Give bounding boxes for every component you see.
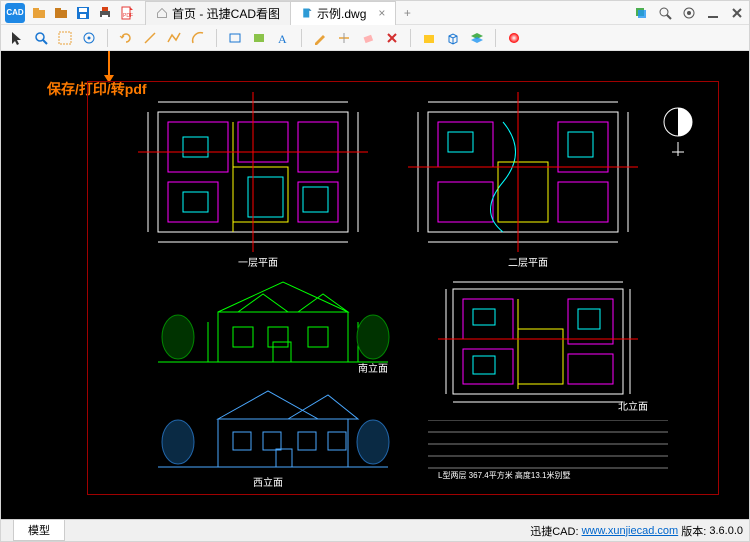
zoom-extents-icon[interactable]	[31, 28, 51, 48]
app-window: CAD PDF 首页 - 迅捷CAD看图 示例.dwg × + A 保存/打印/转pd…	[0, 0, 750, 542]
drawing-frame: 一层平面 二层平面	[87, 81, 719, 495]
close-icon[interactable]	[729, 5, 745, 21]
polyline-icon[interactable]	[164, 28, 184, 48]
svg-text:L型两层 367.4平方米 高度13.1米别墅: L型两层 367.4平方米 高度13.1米别墅	[438, 470, 570, 480]
floor-plan-1	[138, 92, 368, 252]
rectangle-icon[interactable]	[225, 28, 245, 48]
plan-label-1: 一层平面	[238, 254, 278, 269]
drawing-viewport[interactable]: 保存/打印/转pdf	[1, 51, 749, 519]
plan-label-2: 二层平面	[508, 254, 548, 269]
toolbar-separator	[107, 29, 108, 47]
elevation-west	[148, 377, 398, 477]
minimize-icon[interactable]	[705, 5, 721, 21]
print-icon[interactable]	[97, 5, 113, 21]
status-version-value: 3.6.0.0	[709, 525, 743, 537]
open-folder-icon[interactable]	[53, 5, 69, 21]
toolbar: A	[1, 25, 749, 51]
dwg-icon	[301, 6, 313, 20]
export-pdf-icon[interactable]: PDF	[119, 5, 135, 21]
tab[interactable]: 首页 - 迅捷CAD看图	[145, 1, 291, 25]
open-icon[interactable]	[31, 5, 47, 21]
tab-bar: 首页 - 迅捷CAD看图 示例.dwg × +	[145, 1, 633, 25]
edit-icon[interactable]	[310, 28, 330, 48]
layers-icon[interactable]	[633, 5, 649, 21]
select-window-icon[interactable]	[55, 28, 75, 48]
tab-add-button[interactable]: +	[395, 1, 419, 25]
block-icon[interactable]	[419, 28, 439, 48]
statusbar: 模型 迅捷CAD: www.xunjiecad.com 版本: 3.6.0.0	[1, 519, 749, 541]
tab-close-icon[interactable]: ×	[378, 6, 385, 20]
status-brand: 迅捷CAD:	[530, 523, 578, 539]
arc-icon[interactable]	[188, 28, 208, 48]
toolbar-separator	[495, 29, 496, 47]
model-tab[interactable]: 模型	[13, 520, 65, 541]
settings-icon[interactable]	[681, 5, 697, 21]
toolbar-separator	[301, 29, 302, 47]
tab-label: 示例.dwg	[317, 5, 366, 22]
app-logo: CAD	[5, 3, 25, 23]
status-version-label: 版本:	[681, 523, 706, 539]
titlebar: CAD PDF 首页 - 迅捷CAD看图 示例.dwg × +	[1, 1, 749, 25]
erase-icon[interactable]	[358, 28, 378, 48]
line-icon[interactable]	[140, 28, 160, 48]
home-icon	[156, 6, 168, 20]
fill-icon[interactable]	[249, 28, 269, 48]
status-url-link[interactable]: www.xunjiecad.com	[582, 525, 679, 537]
zoom-icon[interactable]	[657, 5, 673, 21]
tab-label: 首页 - 迅捷CAD看图	[172, 5, 280, 22]
svg-text:PDF: PDF	[123, 13, 133, 19]
compass-icon	[658, 102, 698, 162]
layers-palette-icon[interactable]	[467, 28, 487, 48]
elev-label-1: 南立面	[358, 360, 388, 375]
drawing-info-table: L型两层 367.4平方米 高度13.1米别墅	[428, 420, 668, 480]
elev-label-2: 西立面	[253, 474, 283, 489]
3d-box-icon[interactable]	[443, 28, 463, 48]
color-wheel-icon[interactable]	[504, 28, 524, 48]
tab[interactable]: 示例.dwg ×	[290, 1, 396, 25]
save-icon[interactable]	[75, 5, 91, 21]
pan-icon[interactable]	[79, 28, 99, 48]
delete-icon[interactable]	[382, 28, 402, 48]
toolbar-separator	[216, 29, 217, 47]
toolbar-separator	[410, 29, 411, 47]
rotate-icon[interactable]	[116, 28, 136, 48]
cursor-icon[interactable]	[7, 28, 27, 48]
svg-text:A: A	[278, 32, 287, 46]
floor-plan-2	[408, 92, 638, 252]
elev-label-3: 北立面	[618, 398, 648, 413]
floor-plan-3	[438, 274, 638, 409]
text-icon[interactable]: A	[273, 28, 293, 48]
annotation-arrow	[108, 51, 110, 77]
trim-icon[interactable]	[334, 28, 354, 48]
elevation-south	[148, 272, 398, 372]
